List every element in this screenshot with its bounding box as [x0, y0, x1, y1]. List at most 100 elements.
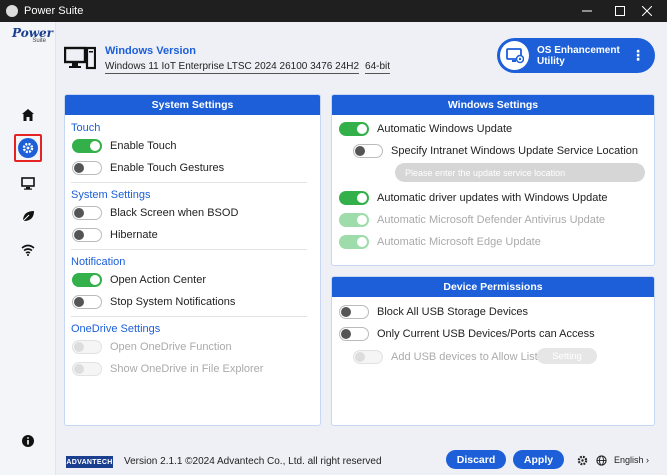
system-settings-header: System Settings: [65, 95, 320, 115]
home-icon: [22, 109, 34, 121]
windows-version-title: Windows Version: [105, 45, 196, 57]
language-selector[interactable]: English ›: [614, 455, 649, 465]
system-section-title: System Settings: [71, 189, 151, 201]
touch-gestures-row: Enable Touch Gestures: [72, 160, 224, 176]
hibernate-toggle[interactable]: [72, 228, 102, 242]
window-title: Power Suite: [24, 5, 84, 17]
close-icon: [642, 6, 652, 16]
onedrive-function-label: Open OneDrive Function: [110, 341, 232, 353]
windows-version-line: Windows 11 IoT Enterprise LTSC 2024 2610…: [105, 61, 391, 74]
onedrive-section-title: OneDrive Settings: [71, 323, 161, 335]
monitor-icon: [21, 176, 35, 190]
power-suite-logo: Power Suite: [12, 26, 53, 44]
close-button[interactable]: [627, 0, 667, 22]
device-permissions-header: Device Permissions: [332, 277, 654, 297]
auto-update-label: Automatic Windows Update: [377, 123, 513, 135]
advantech-logo: ADVANTECH: [66, 456, 113, 468]
device-permissions-panel: Device Permissions Block All USB Storage…: [331, 276, 655, 426]
more-options-icon[interactable]: ⋮: [631, 47, 645, 64]
divider: [71, 249, 307, 250]
app-icon: [6, 5, 18, 17]
intranet-toggle[interactable]: [353, 144, 383, 158]
minimize-icon: [582, 10, 592, 12]
auto-update-row: Automatic Windows Update: [339, 121, 512, 137]
nav-power-saving[interactable]: [14, 202, 42, 230]
nav-settings[interactable]: [14, 134, 42, 162]
auto-update-toggle[interactable]: [339, 122, 369, 136]
language-globe-button[interactable]: [596, 455, 607, 469]
settings-icon-bg: [18, 138, 38, 158]
black-screen-toggle[interactable]: [72, 206, 102, 220]
hibernate-row: Hibernate: [72, 227, 158, 243]
add-usb-row: Add USB devices to Allow List: [353, 349, 538, 365]
driver-updates-toggle[interactable]: [339, 191, 369, 205]
pc-icon: [63, 46, 97, 75]
black-screen-label: Black Screen when BSOD: [110, 207, 239, 219]
nav-network[interactable]: [14, 236, 42, 264]
stop-notifications-label: Stop System Notifications: [110, 296, 236, 308]
add-usb-toggle[interactable]: [353, 350, 383, 364]
defender-update-row: Automatic Microsoft Defender Antivirus U…: [339, 212, 605, 228]
leaf-icon: [21, 211, 34, 223]
windows-version-value: Windows 11 IoT Enterprise LTSC 2024 2610…: [105, 61, 360, 74]
black-screen-row: Black Screen when BSOD: [72, 205, 238, 221]
onedrive-explorer-toggle[interactable]: [72, 362, 102, 376]
stop-notifications-toggle[interactable]: [72, 295, 102, 309]
enable-touch-row: Enable Touch: [72, 138, 176, 154]
touch-gestures-toggle[interactable]: [72, 161, 102, 175]
edge-update-label: Automatic Microsoft Edge Update: [377, 236, 541, 248]
add-usb-label: Add USB devices to Allow List: [391, 351, 538, 363]
block-usb-label: Block All USB Storage Devices: [377, 306, 529, 318]
intranet-label: Specify Intranet Windows Update Service …: [391, 145, 639, 157]
apply-button[interactable]: Apply: [513, 450, 564, 469]
update-service-location-input[interactable]: [395, 163, 645, 182]
notification-section-title: Notification: [71, 256, 126, 268]
gear-icon: [577, 455, 588, 466]
touch-gestures-label: Enable Touch Gestures: [110, 162, 225, 174]
current-usb-toggle[interactable]: [339, 327, 369, 341]
os-enhancement-icon: [500, 41, 529, 70]
defender-update-label: Automatic Microsoft Defender Antivirus U…: [377, 214, 606, 226]
gear-icon: [22, 142, 34, 154]
system-settings-panel: System Settings Touch Enable Touch Enabl…: [64, 94, 321, 426]
version-copyright: Version 2.1.1 ©2024 Advantech Co., Ltd. …: [124, 456, 382, 467]
maximize-icon: [615, 6, 625, 16]
stop-notifications-row: Stop System Notifications: [72, 294, 235, 310]
os-enhancement-label: OS Enhancement Utility: [537, 44, 620, 67]
os-enhancement-utility-button[interactable]: OS Enhancement Utility ⋮: [497, 38, 655, 73]
nav-info[interactable]: [14, 427, 42, 455]
discard-button[interactable]: Discard: [446, 450, 506, 469]
globe-icon: [596, 455, 607, 466]
enable-touch-label: Enable Touch: [110, 140, 177, 152]
onedrive-function-toggle[interactable]: [72, 340, 102, 354]
windows-bits-value: 64-bit: [365, 61, 391, 74]
driver-updates-row: Automatic driver updates with Windows Up…: [339, 190, 608, 206]
info-icon: [22, 435, 34, 447]
windows-version-block: Windows Version Windows 11 IoT Enterpris…: [105, 45, 391, 74]
driver-updates-label: Automatic driver updates with Windows Up…: [377, 192, 608, 204]
touch-section-title: Touch: [71, 122, 101, 134]
divider: [71, 182, 307, 183]
divider: [71, 316, 307, 317]
defender-update-toggle[interactable]: [339, 213, 369, 227]
current-usb-label: Only Current USB Devices/Ports can Acces…: [377, 328, 595, 340]
windows-settings-header: Windows Settings: [332, 95, 654, 115]
nav-display[interactable]: [14, 169, 42, 197]
block-usb-toggle[interactable]: [339, 305, 369, 319]
edge-update-row: Automatic Microsoft Edge Update: [339, 234, 541, 250]
block-usb-row: Block All USB Storage Devices: [339, 304, 528, 320]
settings-gear-button[interactable]: [577, 455, 588, 469]
edge-update-toggle[interactable]: [339, 235, 369, 249]
action-center-label: Open Action Center: [110, 274, 207, 286]
usb-setting-button[interactable]: Setting: [537, 348, 597, 364]
onedrive-function-row: Open OneDrive Function: [72, 339, 232, 355]
hibernate-label: Hibernate: [110, 229, 158, 241]
enable-touch-toggle[interactable]: [72, 139, 102, 153]
action-center-row: Open Action Center: [72, 272, 206, 288]
nav-home[interactable]: [14, 101, 42, 129]
intranet-row: Specify Intranet Windows Update Service …: [353, 143, 638, 159]
onedrive-explorer-row: Show OneDrive in File Explorer: [72, 361, 263, 377]
current-usb-row: Only Current USB Devices/Ports can Acces…: [339, 326, 595, 342]
action-center-toggle[interactable]: [72, 273, 102, 287]
wifi-icon: [21, 244, 35, 256]
